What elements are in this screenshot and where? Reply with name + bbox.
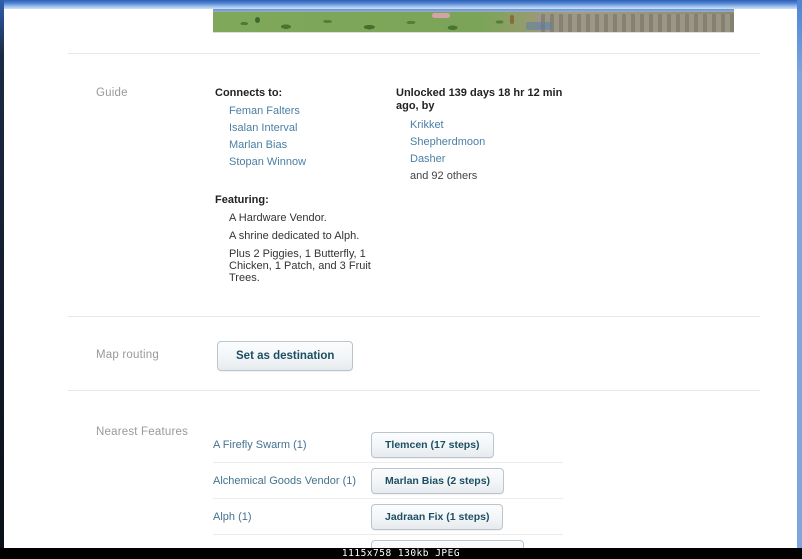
image-info-statusbar: 1115x758 130kb JPEG [0,548,802,559]
featuring-list: A Hardware Vendor. A shrine dedicated to… [215,212,390,284]
list-item: A Hardware Vendor. [229,212,327,224]
banner-flower-patch-icon [431,13,450,18]
list-item: Marlan Bias [229,139,385,151]
list-item: Plus 2 Piggies, 1 Butterfly, 1 Chicken, … [229,248,371,284]
connects-link-1[interactable]: Isalan Interval [229,122,297,134]
divider-nearest-features [68,390,760,391]
nearest-feature-button-2[interactable]: Jadraan Fix (1 steps) [371,503,504,530]
table-row: Animal Goods Vendor (1) Stopan Winnow (2… [213,535,563,548]
banner-rocks [536,14,734,32]
featuring-block: Featuring: A Hardware Vendor. A shrine d… [215,194,390,290]
unlocked-block: Unlocked 139 days 18 hr 12 min ago, by K… [396,87,586,182]
section-label-guide: Guide [96,87,128,99]
connects-link-2[interactable]: Marlan Bias [229,139,287,151]
nearest-feature-action-wrap-3: Stopan Winnow (2 steps) [363,539,524,548]
list-item: Stopan Winnow [229,156,385,168]
banner-post-icon [509,15,514,24]
table-row: Alchemical Goods Vendor (1) Marlan Bias … [213,463,563,499]
divider-top [68,53,760,54]
nearest-feature-name-2[interactable]: Alph (1) [213,511,363,523]
image-info-text: 1115x758 130kb JPEG [341,548,461,559]
list-item: Feman Falters [229,105,385,117]
nearest-feature-name-0[interactable]: A Firefly Swarm (1) [213,439,363,451]
banner-water [525,22,552,30]
nearest-features-table: A Firefly Swarm (1) Tlemcen (17 steps) A… [213,427,563,548]
table-row: A Firefly Swarm (1) Tlemcen (17 steps) [213,427,563,463]
window-right-border [797,0,802,548]
list-item: Dasher [410,153,586,165]
location-banner-image [213,9,734,33]
unlocked-user-2[interactable]: Dasher [410,153,445,165]
connects-to-list: Feman Falters Isalan Interval Marlan Bia… [215,105,385,168]
section-label-map-routing: Map routing [96,349,159,361]
unlocked-user-list: Krikket Shepherdmoon Dasher [396,119,586,165]
set-as-destination-button[interactable]: Set as destination [217,341,354,371]
table-row: Alph (1) Jadraan Fix (1 steps) [213,499,563,535]
connects-link-3[interactable]: Stopan Winnow [229,156,306,168]
nearest-feature-action-wrap-0: Tlemcen (17 steps) [363,431,494,458]
page-content: Guide Connects to: Feman Falters Isalan … [4,9,797,548]
featuring-heading: Featuring: [215,194,269,206]
unlocked-heading: Unlocked 139 days 18 hr 12 min ago, by [396,87,563,112]
unlocked-user-0[interactable]: Krikket [410,119,444,131]
section-label-nearest-features: Nearest Features [96,426,189,438]
nearest-feature-name-1[interactable]: Alchemical Goods Vendor (1) [213,475,363,487]
nearest-feature-action-wrap-1: Marlan Bias (2 steps) [363,467,505,494]
nearest-feature-action-wrap-2: Jadraan Fix (1 steps) [363,503,504,530]
connects-link-0[interactable]: Feman Falters [229,105,300,117]
screenshot-root: Guide Connects to: Feman Falters Isalan … [0,0,802,559]
divider-map-routing [68,316,760,317]
list-item: Krikket [410,119,586,131]
window-titlebar [0,0,802,9]
unlocked-user-1[interactable]: Shepherdmoon [410,136,485,148]
list-item: A shrine dedicated to Alph. [229,230,360,242]
list-item: Shepherdmoon [410,136,586,148]
connects-to-block: Connects to: Feman Falters Isalan Interv… [215,87,385,173]
list-item: Isalan Interval [229,122,385,134]
connects-to-heading: Connects to: [215,87,283,99]
nearest-feature-button-0[interactable]: Tlemcen (17 steps) [371,431,494,458]
banner-tree-icon [254,17,260,23]
nearest-feature-button-3[interactable]: Stopan Winnow (2 steps) [371,539,524,548]
unlocked-others-count: and 92 others [410,170,478,182]
nearest-feature-button-1[interactable]: Marlan Bias (2 steps) [371,467,505,494]
